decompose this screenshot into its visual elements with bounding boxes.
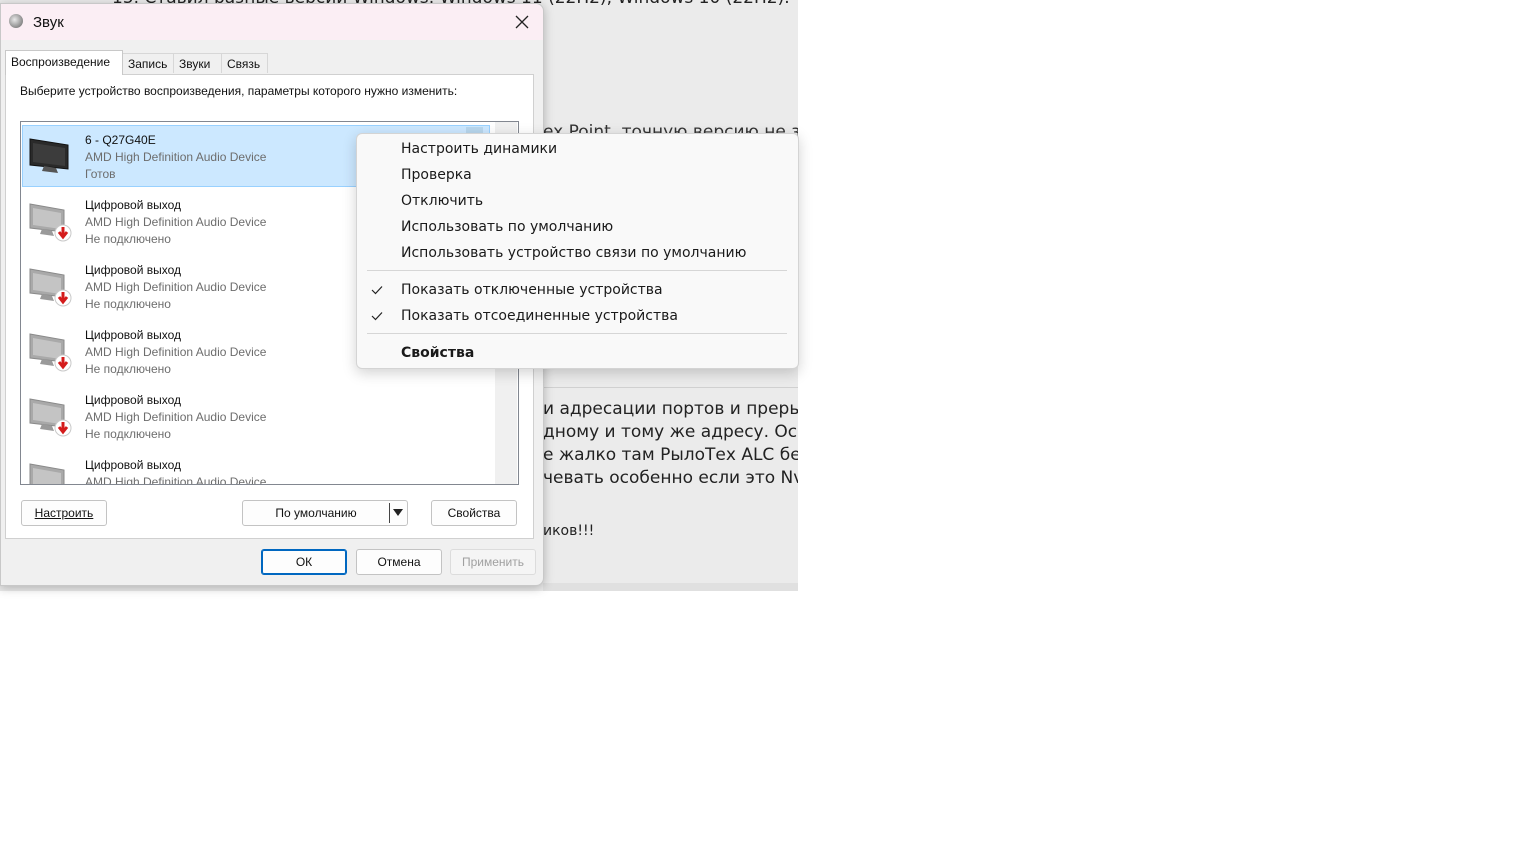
menu-item-configure-speakers[interactable]: Настроить динамики bbox=[401, 141, 557, 157]
device-name: Цифровой выход bbox=[85, 458, 182, 472]
menu-item-show-disconnected[interactable]: Показать отсоединенные устройства bbox=[401, 308, 678, 324]
menu-item-set-default[interactable]: Использовать по умолчанию bbox=[401, 219, 613, 235]
device-name: Цифровой выход bbox=[85, 263, 182, 277]
device-description: AMD High Definition Audio Device bbox=[85, 410, 267, 424]
device-item[interactable]: Цифровой выход AMD High Definition Audio… bbox=[21, 449, 501, 485]
background-paragraph-line: и адресации портов и прерыва bbox=[543, 399, 798, 419]
properties-button[interactable]: Свойства bbox=[431, 500, 517, 526]
background-bottom-bar bbox=[543, 583, 798, 591]
tab-recording[interactable]: Запись bbox=[122, 53, 174, 73]
digital-output-icon bbox=[29, 203, 72, 242]
set-default-button-label: По умолчанию bbox=[275, 506, 357, 520]
monitor-speaker-icon bbox=[29, 138, 69, 173]
instruction-text: Выберите устройство воспроизведения, пар… bbox=[20, 84, 458, 98]
device-status: Не подключено bbox=[85, 362, 171, 376]
device-name: Цифровой выход bbox=[85, 328, 182, 342]
cancel-button[interactable]: Отмена bbox=[356, 549, 442, 575]
checkmark-icon bbox=[371, 312, 383, 321]
background-divider bbox=[543, 387, 798, 388]
device-name: Цифровой выход bbox=[85, 393, 182, 407]
configure-button-label: Настроить bbox=[34, 506, 94, 520]
ok-button[interactable]: ОК bbox=[261, 549, 347, 575]
device-description: AMD High Definition Audio Device bbox=[85, 345, 267, 359]
title-bar[interactable]: Звук bbox=[1, 4, 543, 40]
device-description: AMD High Definition Audio Device bbox=[85, 280, 267, 294]
menu-item-disable[interactable]: Отключить bbox=[401, 193, 483, 209]
background-paragraph-line: чевать особенно если это Nvid bbox=[543, 468, 798, 488]
speaker-icon bbox=[9, 14, 23, 28]
properties-button-label: Свойства bbox=[447, 506, 501, 520]
background-footer-text: иков!!! bbox=[543, 523, 595, 539]
chevron-down-icon[interactable] bbox=[393, 509, 403, 516]
device-status: Не подключено bbox=[85, 427, 171, 441]
device-description: AMD High Definition Audio Device bbox=[85, 475, 267, 485]
digital-output-icon bbox=[29, 463, 65, 484]
digital-output-icon bbox=[29, 398, 72, 437]
menu-separator bbox=[367, 333, 787, 334]
set-default-button[interactable]: По умолчанию bbox=[242, 500, 408, 526]
close-icon bbox=[515, 15, 529, 29]
context-menu: Настроить динамики Проверка Отключить Ис… bbox=[356, 133, 799, 369]
device-description: AMD High Definition Audio Device bbox=[85, 150, 267, 164]
device-name: Цифровой выход bbox=[85, 198, 182, 212]
apply-button[interactable]: Применить bbox=[450, 549, 536, 575]
digital-output-icon bbox=[29, 333, 72, 372]
background-paragraph-line: дному и тому же адресу. Особе bbox=[543, 422, 798, 442]
tab-communications[interactable]: Связь bbox=[221, 53, 268, 73]
configure-button[interactable]: Настроить bbox=[21, 500, 107, 526]
menu-separator bbox=[367, 270, 787, 271]
device-status: Готов bbox=[85, 167, 116, 181]
split-divider bbox=[389, 503, 390, 523]
close-button[interactable] bbox=[504, 8, 540, 36]
menu-item-show-disabled[interactable]: Показать отключенные устройства bbox=[401, 282, 663, 298]
device-item[interactable]: Цифровой выход AMD High Definition Audio… bbox=[21, 384, 501, 447]
digital-output-icon bbox=[29, 268, 72, 307]
menu-item-set-default-communication[interactable]: Использовать устройство связи по умолчан… bbox=[401, 245, 746, 261]
tab-playback[interactable]: Воспроизведение bbox=[5, 50, 123, 75]
menu-item-test[interactable]: Проверка bbox=[401, 167, 472, 183]
tab-sounds[interactable]: Звуки bbox=[173, 53, 222, 73]
device-description: AMD High Definition Audio Device bbox=[85, 215, 267, 229]
device-name: 6 - Q27G40E bbox=[85, 133, 156, 147]
background-paragraph-line: е жалко там РылоТех ALC без н bbox=[543, 445, 798, 465]
device-status: Не подключено bbox=[85, 297, 171, 311]
checkmark-icon bbox=[371, 286, 383, 295]
dialog-title: Звук bbox=[33, 14, 64, 31]
device-status: Не подключено bbox=[85, 232, 171, 246]
menu-item-properties[interactable]: Свойства bbox=[401, 345, 474, 361]
